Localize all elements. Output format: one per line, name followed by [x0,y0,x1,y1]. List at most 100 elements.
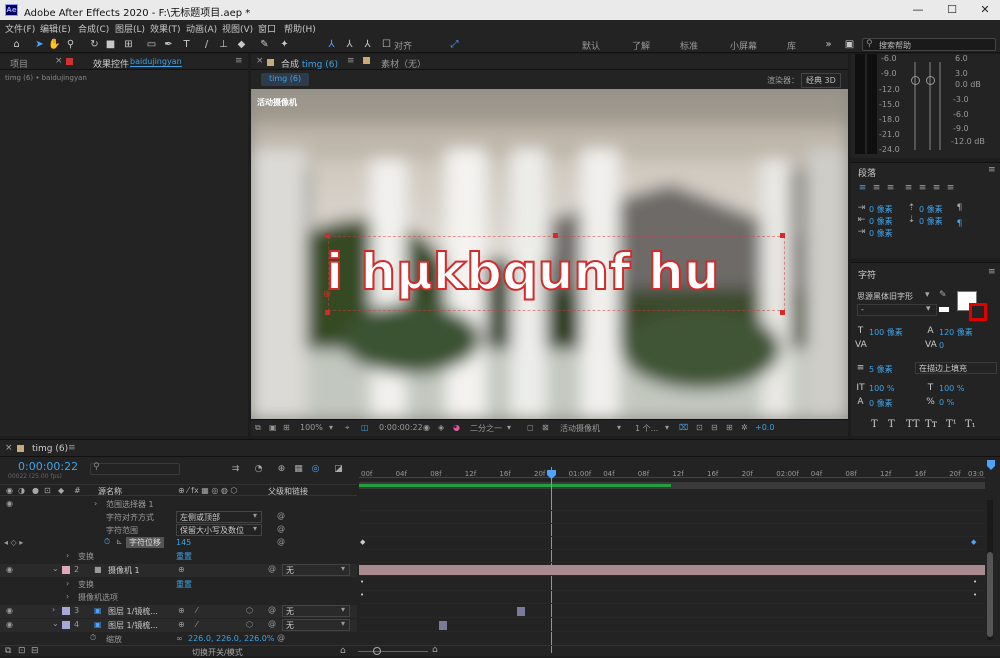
parent-select[interactable]: 无 ▾ [282,605,350,617]
expand-arrow-icon[interactable]: › [52,605,55,614]
comp-mini-flowchart-icon[interactable]: ⇉ [230,464,241,475]
brush-tool-icon[interactable]: / [200,38,213,51]
flowchart-icon[interactable]: ⊞ [726,423,733,432]
stopwatch-icon[interactable]: ⏱ [90,633,96,643]
layer-4-bar[interactable] [359,619,985,632]
3d-layer-icon[interactable]: ⬡ [246,606,253,615]
layer-row-4[interactable]: ◉ ⌄ 4 ▣ 图层 1/镜梳... ⊕ ⁄ ⬡ @ 无 ▾ [0,619,357,632]
timeline-timecode[interactable]: 0:00:00:22 [18,460,78,473]
resolution-select[interactable]: 二分之一 [470,423,502,434]
panel-menu-icon[interactable]: ≡ [988,165,996,175]
reset-exposure-icon[interactable]: ✲ [741,423,748,432]
audio-fader-knob[interactable] [926,76,935,85]
panel-toggle-icon[interactable]: ▣ [843,38,856,51]
timeline-scrollbar[interactable] [987,500,993,640]
keyframe-dot-icon[interactable]: • [360,578,364,586]
parent-link-header[interactable]: 父级和链接 [268,486,308,497]
layer-row-camera[interactable]: ◉ ⌄ 2 ■ 摄像机 1 ⊕ @ 无 ▾ [0,564,357,577]
camera-tool-icon[interactable]: ■ [104,38,117,51]
shy-layers-icon[interactable]: ⊕ [276,464,287,475]
frame-blending-icon[interactable]: ▦ [293,464,304,475]
current-time[interactable]: 0:00:00:22 [379,423,423,432]
keyframe-dot-icon[interactable]: • [973,578,977,586]
justify-all-icon[interactable]: ≡ [945,183,956,194]
hand-tool-icon[interactable]: ✋ [48,38,61,51]
alignment-select[interactable]: 左侧或顶部 ▾ [176,511,262,523]
parent-select[interactable]: 无 ▾ [282,619,350,631]
close-icon[interactable]: ✕ [975,2,995,18]
world-axis-icon[interactable]: ⅄ [343,38,356,51]
character-range-select[interactable]: 保留大小写及数位 ▾ [176,524,262,536]
keyframe-dot-icon[interactable]: • [973,591,977,599]
always-preview-icon[interactable]: ⧉ [255,423,261,433]
stroke-mode-select[interactable]: 在描边上填充 [915,362,997,374]
shy-switch-icon[interactable]: ⊕ [178,620,185,629]
zoom-in-icon[interactable]: ⌂ [432,645,438,655]
expand-arrow-icon[interactable]: › [66,551,69,560]
tab-menu-icon[interactable]: ≡ [347,56,355,66]
rtl-direction-icon[interactable]: ¶ [954,219,965,230]
tab-close-icon[interactable]: × [5,443,13,453]
eye-icon[interactable]: ◉ [6,486,13,495]
parent-select[interactable]: 无 ▾ [282,564,350,576]
workspace-learn[interactable]: 了解 [632,39,650,52]
snap-options-icon[interactable]: ⤢ [448,38,461,51]
font-dropdown-icon[interactable]: ▾ [925,290,930,300]
layer-label-color[interactable] [62,566,70,574]
track[interactable] [359,550,985,563]
eye-icon[interactable]: ◉ [6,620,13,629]
view-axis-icon[interactable]: ⅄ [361,38,374,51]
graph-editor-icon[interactable]: ◪ [333,464,344,475]
property-row[interactable]: › 摄像机选项 [0,591,357,604]
eye-icon[interactable]: ◉ [6,565,13,574]
no-fill-icon[interactable] [939,307,949,312]
workspace-library[interactable]: 库 [787,39,796,52]
justify-center-icon[interactable]: ≡ [917,183,928,194]
help-search-input[interactable]: ⚲ 搜索帮助 [862,38,996,51]
maximize-icon[interactable]: ☐ [942,2,962,18]
handle[interactable] [325,310,330,315]
effects-layer-name[interactable]: baidujingyan [130,57,182,67]
toggle-pixel-icon[interactable]: ⌧ [679,423,688,432]
selection-tool-icon[interactable]: ➤ [33,38,46,51]
handle[interactable] [325,233,330,238]
audio-fader-knob[interactable] [911,76,920,85]
align-right-icon[interactable]: ≡ [885,183,896,194]
graph-icon[interactable]: ⊾ [116,537,123,546]
renderer-button[interactable]: 经典 3D [801,73,841,88]
handle[interactable] [780,310,785,315]
font-family-select[interactable]: 思源黑体旧字形 [857,291,913,302]
workspace-small-screen[interactable]: 小屏幕 [730,39,757,52]
source-name-header[interactable]: 源名称 [98,486,122,497]
layer-bar-segment[interactable] [517,607,525,616]
work-area-bar[interactable] [359,482,985,489]
faux-bold-icon[interactable]: T [871,419,878,430]
view-layout-select[interactable]: 1 个... [635,423,658,434]
snap-checkbox-icon[interactable]: ☐ [380,38,393,51]
home-icon[interactable]: ⌂ [10,38,23,51]
camera-layer-bar[interactable] [359,565,985,576]
all-caps-icon[interactable]: TT [906,419,920,430]
zoom-select[interactable]: 100% [300,423,323,432]
layer-3-bar[interactable] [359,605,985,618]
property-row[interactable]: › 变换 重置 [0,578,357,591]
more-workspaces-icon[interactable]: » [822,38,835,51]
roi-icon[interactable]: ◻ [527,423,534,432]
render-time-icon[interactable]: ⧉ [5,646,11,656]
lock-icon[interactable]: ⊡ [44,486,51,495]
property-row[interactable]: › 变换 重置 [0,550,357,563]
justify-right-icon[interactable]: ≡ [931,183,942,194]
comp-flow-button[interactable]: timg (6) [261,73,310,86]
anchor-point-icon[interactable]: ⊕ [323,289,331,300]
subscript-icon[interactable]: T₁ [965,419,976,430]
resolution-dropdown-icon[interactable]: ▾ [507,423,511,432]
menu-effect[interactable]: 效果(T) [150,22,181,35]
menu-window[interactable]: 窗口 [258,22,276,35]
fit-icon[interactable]: ⌖ [345,423,350,433]
expand-arrow-icon[interactable]: › [94,499,97,508]
composition-viewer[interactable]: 活动摄像机 i hμkbqunf hu ⊕ [251,89,848,419]
zoom-slider[interactable] [358,651,428,652]
menu-composition[interactable]: 合成(C) [78,22,109,35]
rectangle-tool-icon[interactable]: ▭ [145,38,158,51]
layer-bar-segment[interactable] [439,621,447,630]
